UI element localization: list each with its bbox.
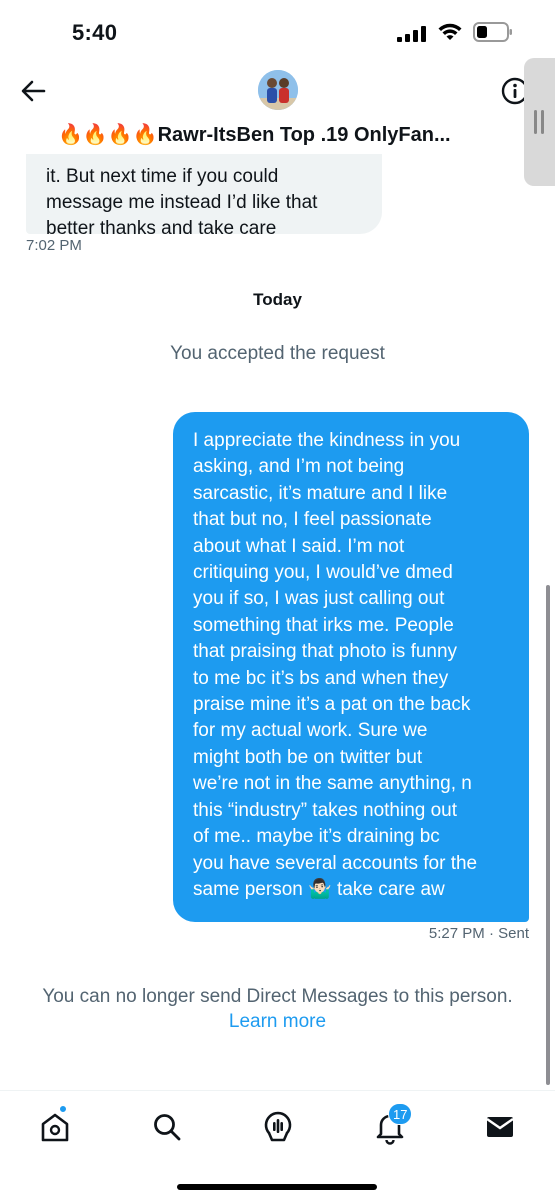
message-line: to me bc it’s bs and when they xyxy=(193,667,449,689)
battery-icon xyxy=(473,22,512,42)
side-panel-handle[interactable] xyxy=(524,58,555,186)
date-divider: Today xyxy=(253,290,302,309)
tab-messages[interactable] xyxy=(482,1109,518,1145)
tab-home[interactable] xyxy=(37,1105,73,1145)
message-line: praise mine it’s a pat on the back xyxy=(193,694,471,716)
sent-message-bubble[interactable]: I appreciate the kindness in you asking,… xyxy=(173,412,529,922)
message-line: you if so, I was just calling out xyxy=(193,588,445,610)
message-line: of me.. maybe it’s draining bc xyxy=(193,826,440,848)
spaces-icon xyxy=(264,1111,292,1142)
message-line: same person 🤷🏻‍♂️ take care aw xyxy=(193,878,445,900)
learn-more-link[interactable]: Learn more xyxy=(0,1011,555,1033)
status-bar: 5:40 xyxy=(0,0,555,62)
message-line: might both be on twitter but xyxy=(193,746,423,768)
dm-disabled-notice: You can no longer send Direct Messages t… xyxy=(42,986,513,1007)
home-icon xyxy=(41,1113,69,1142)
avatar-image xyxy=(258,70,298,110)
tab-search[interactable] xyxy=(149,1109,185,1145)
cellular-signal-icon xyxy=(397,26,426,42)
handle-grip-icon xyxy=(534,110,544,134)
envelope-icon xyxy=(486,1117,514,1137)
message-line: message me instead I’d like that xyxy=(46,192,318,213)
message-line: it. But next time if you could xyxy=(46,166,279,187)
message-line: about what I said. I’m not xyxy=(193,535,405,557)
message-line: we’re not in the same anything, n xyxy=(193,773,472,795)
message-line: that praising that photo is funny xyxy=(193,641,458,663)
wifi-icon xyxy=(438,23,462,40)
message-line: sarcastic, it’s mature and I like xyxy=(193,482,448,504)
chat-header: 🔥🔥🔥🔥Rawr-ItsBen Top .19 OnlyFan... xyxy=(0,62,555,154)
message-line: better thanks and take care xyxy=(46,218,277,239)
home-notification-dot xyxy=(59,1105,67,1113)
message-line: that but no, I feel passionate xyxy=(193,509,432,531)
message-line: for my actual work. Sure we xyxy=(193,720,428,742)
received-message-time: 7:02 PM xyxy=(26,237,82,254)
avatar[interactable] xyxy=(258,70,298,110)
message-line: you have several accounts for the xyxy=(193,852,478,874)
sent-message-time: 5:27 PM xyxy=(428,925,485,942)
home-indicator[interactable] xyxy=(177,1184,377,1190)
back-arrow-icon[interactable] xyxy=(18,76,48,106)
message-line: this “industry” takes nothing out xyxy=(193,799,458,821)
message-line: critiquing you, I would’ve dmed xyxy=(193,562,453,584)
conversation-title[interactable]: 🔥🔥🔥🔥Rawr-ItsBen Top .19 OnlyFan... xyxy=(58,122,508,147)
message-line: I appreciate the kindness in you xyxy=(193,430,461,451)
search-icon xyxy=(154,1114,181,1141)
status-time: 5:40 xyxy=(72,20,118,45)
sent-status: · Sent xyxy=(488,925,529,942)
sent-message-meta: 5:27 PM · Sent xyxy=(429,925,529,942)
message-line: something that irks me. People xyxy=(193,614,454,636)
tab-spaces[interactable] xyxy=(260,1109,296,1145)
system-message: You accepted the request xyxy=(170,343,385,364)
scrollbar[interactable] xyxy=(546,585,550,1085)
tab-notifications[interactable]: 17 xyxy=(372,1103,413,1145)
notifications-badge: 17 xyxy=(388,1103,413,1125)
message-line: asking, and I’m not being xyxy=(193,456,405,478)
